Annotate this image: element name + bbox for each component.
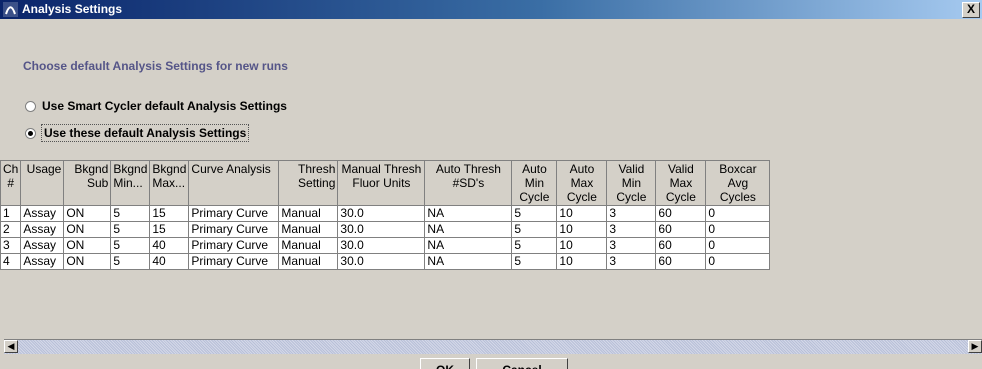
column-header[interactable]: Valid Min Cycle [606, 160, 657, 206]
table-cell[interactable]: Manual [278, 237, 339, 254]
table-cell[interactable]: 10 [556, 221, 608, 238]
column-header[interactable]: Ch # [0, 160, 22, 206]
column-header[interactable]: Auto Max Cycle [556, 160, 608, 206]
title-bar: Analysis Settings X [0, 0, 982, 19]
table-row[interactable]: 1 Assay ON 5 15 Primary Curve Manual 30.… [0, 205, 771, 222]
table-cell[interactable]: Manual [278, 253, 339, 270]
table-cell[interactable]: 30.0 [337, 237, 426, 254]
dialog-content: Choose default Analysis Settings for new… [0, 19, 982, 369]
table-cell[interactable]: 10 [556, 205, 608, 222]
table-cell[interactable]: 5 [110, 221, 151, 238]
table-cell[interactable]: NA [424, 205, 513, 222]
app-logo-icon [3, 2, 18, 17]
scroll-left-icon[interactable]: ◀ [4, 340, 18, 353]
table-cell[interactable]: 3 [606, 205, 657, 222]
cancel-button[interactable]: Cancel [476, 358, 568, 369]
analysis-settings-window: Analysis Settings X Choose default Analy… [0, 0, 982, 369]
table-cell[interactable]: 5 [511, 237, 558, 254]
column-header[interactable]: Manual Thresh Fluor Units [337, 160, 426, 206]
table-cell[interactable]: ON [63, 221, 112, 238]
radio-button[interactable] [25, 100, 36, 112]
table-row[interactable]: 3 Assay ON 5 40 Primary Curve Manual 30.… [0, 237, 771, 254]
column-header[interactable]: Boxcar Avg Cycles [705, 160, 771, 206]
table-cell[interactable]: 15 [149, 221, 190, 238]
option-these-defaults[interactable]: Use these default Analysis Settings [25, 124, 250, 142]
table-cell[interactable]: NA [424, 253, 513, 270]
window-title: Analysis Settings [22, 2, 123, 16]
table-cell[interactable]: 5 [110, 205, 151, 222]
table-cell[interactable]: Assay [20, 237, 65, 254]
table-cell[interactable]: 15 [149, 205, 190, 222]
close-button[interactable]: X [962, 2, 980, 18]
table-cell[interactable]: 0 [705, 221, 771, 238]
column-header[interactable]: Valid Max Cycle [655, 160, 707, 206]
table-cell[interactable]: Assay [20, 221, 65, 238]
table-cell[interactable]: Manual [278, 205, 339, 222]
column-header[interactable]: Curve Analysis [188, 160, 280, 206]
table-cell[interactable]: Manual [278, 221, 339, 238]
table-cell[interactable]: 0 [705, 205, 771, 222]
table-header-row: Ch # Usage Bkgnd Sub Bkgnd Min... Bkgnd … [0, 160, 771, 206]
table-cell[interactable]: 60 [655, 253, 707, 270]
column-header[interactable]: Bkgnd Max... [149, 160, 190, 206]
table-cell[interactable]: 2 [0, 221, 22, 238]
table-cell[interactable]: 40 [149, 253, 190, 270]
table-cell[interactable]: 30.0 [337, 221, 426, 238]
column-header[interactable]: Auto Thresh #SD's [424, 160, 513, 206]
table-cell[interactable]: ON [63, 237, 112, 254]
table-cell[interactable]: Primary Curve [188, 221, 280, 238]
settings-table: Ch # Usage Bkgnd Sub Bkgnd Min... Bkgnd … [0, 160, 771, 270]
table-cell[interactable]: 4 [0, 253, 22, 270]
option-label: Use these default Analysis Settings [40, 124, 250, 142]
table-cell[interactable]: Primary Curve [188, 253, 280, 270]
table-cell[interactable]: NA [424, 237, 513, 254]
column-header[interactable]: Thresh Setting [278, 160, 339, 206]
table-cell[interactable]: 5 [511, 221, 558, 238]
option-label: Use Smart Cycler default Analysis Settin… [42, 99, 287, 113]
column-header[interactable]: Usage [20, 160, 65, 206]
table-cell[interactable]: Primary Curve [188, 237, 280, 254]
horizontal-scrollbar[interactable]: ◀ ▶ [4, 339, 982, 354]
table-cell[interactable]: 5 [110, 253, 151, 270]
table-cell[interactable]: 60 [655, 221, 707, 238]
table-cell[interactable]: NA [424, 221, 513, 238]
table-cell[interactable]: 30.0 [337, 205, 426, 222]
table-cell[interactable]: 3 [0, 237, 22, 254]
radio-button-selected[interactable] [25, 127, 36, 139]
table-cell[interactable]: ON [63, 205, 112, 222]
table-cell[interactable]: Assay [20, 253, 65, 270]
table-cell[interactable]: 0 [705, 237, 771, 254]
table-cell[interactable]: 5 [511, 253, 558, 270]
dialog-buttons: OK Cancel [420, 358, 568, 369]
table-cell[interactable]: 60 [655, 237, 707, 254]
column-header[interactable]: Bkgnd Sub [63, 160, 112, 206]
table-cell[interactable]: 3 [606, 221, 657, 238]
table-cell[interactable]: 5 [511, 205, 558, 222]
settings-table-container: Ch # Usage Bkgnd Sub Bkgnd Min... Bkgnd … [0, 160, 982, 320]
section-title: Choose default Analysis Settings for new… [23, 59, 288, 73]
table-cell[interactable]: 60 [655, 205, 707, 222]
table-row[interactable]: 2 Assay ON 5 15 Primary Curve Manual 30.… [0, 221, 771, 238]
table-cell[interactable]: Assay [20, 205, 65, 222]
table-cell[interactable]: 5 [110, 237, 151, 254]
table-cell[interactable]: 1 [0, 205, 22, 222]
table-cell[interactable]: 10 [556, 237, 608, 254]
table-cell[interactable]: 30.0 [337, 253, 426, 270]
table-cell[interactable]: Primary Curve [188, 205, 280, 222]
table-cell[interactable]: 3 [606, 237, 657, 254]
table-cell[interactable]: 3 [606, 253, 657, 270]
option-smart-cycler-defaults[interactable]: Use Smart Cycler default Analysis Settin… [25, 99, 287, 113]
table-cell[interactable]: 0 [705, 253, 771, 270]
column-header[interactable]: Bkgnd Min... [110, 160, 151, 206]
table-cell[interactable]: 40 [149, 237, 190, 254]
scroll-right-icon[interactable]: ▶ [968, 340, 982, 353]
column-header[interactable]: Auto Min Cycle [511, 160, 558, 206]
table-cell[interactable]: ON [63, 253, 112, 270]
ok-button[interactable]: OK [420, 358, 470, 369]
table-row[interactable]: 4 Assay ON 5 40 Primary Curve Manual 30.… [0, 253, 771, 270]
table-cell[interactable]: 10 [556, 253, 608, 270]
